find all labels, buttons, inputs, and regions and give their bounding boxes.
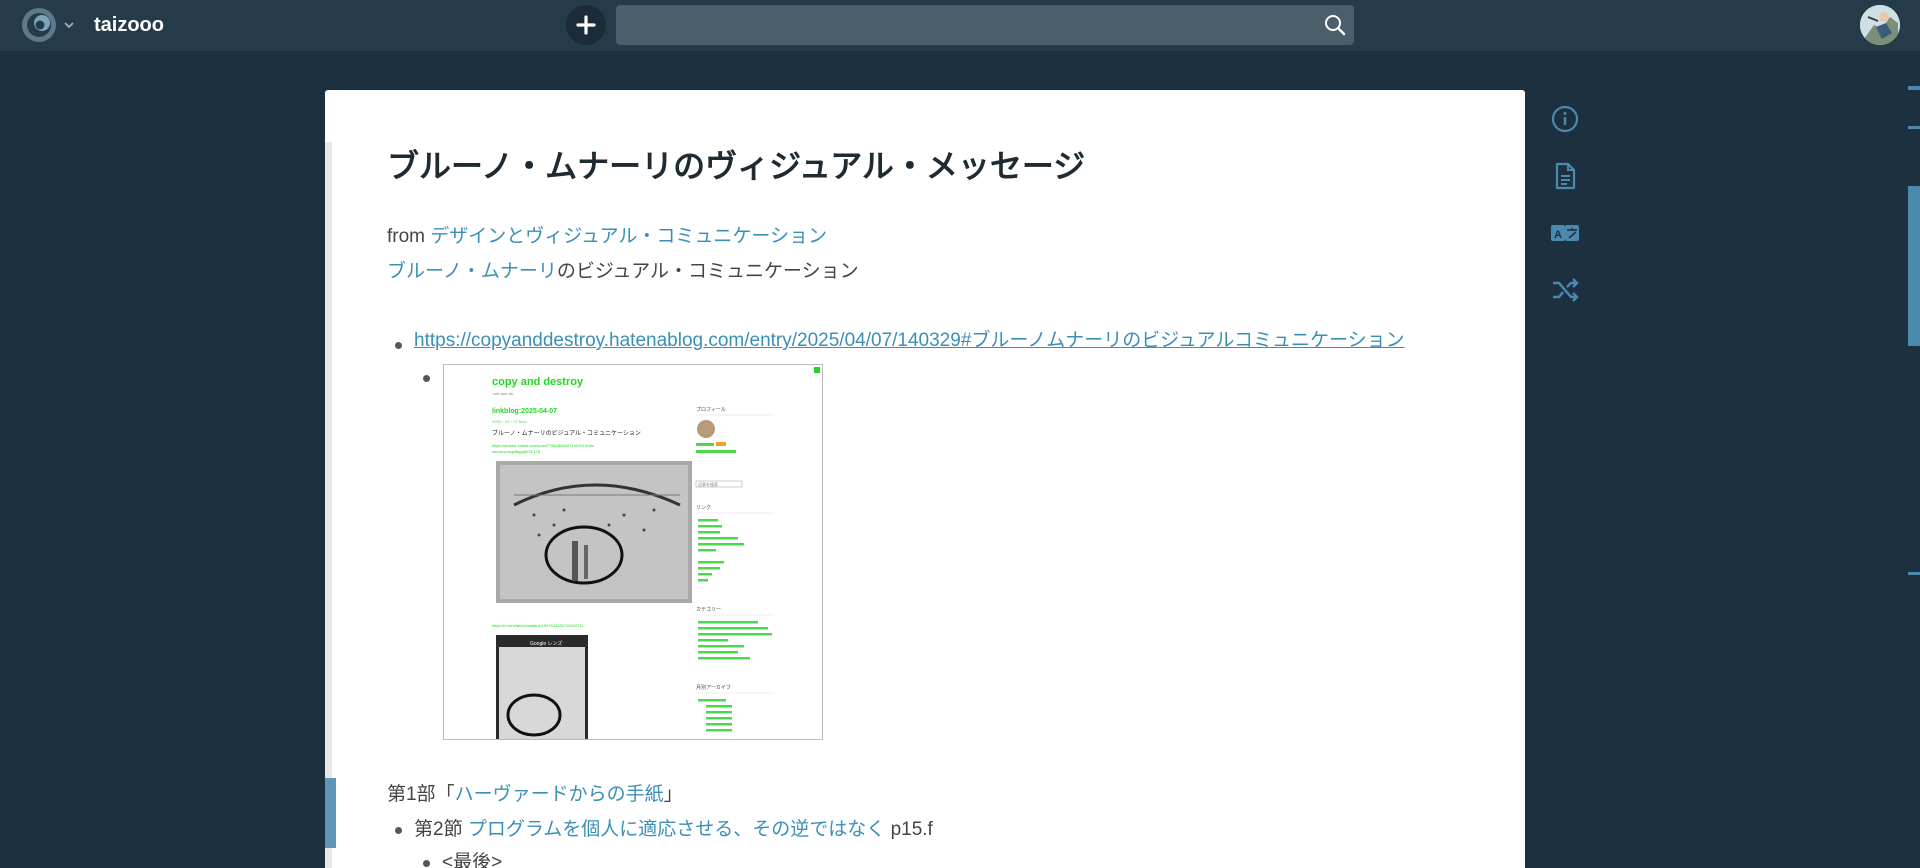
author-link[interactable]: ブルーノ・ムナーリ — [387, 261, 557, 282]
scroll-marker[interactable] — [1908, 126, 1920, 129]
thumb-side-archive: 月別アーカイブ — [696, 684, 731, 691]
search-input[interactable] — [616, 5, 1306, 45]
thumb-side-search: 記事を検索 — [698, 481, 718, 487]
section-prefix: 第2節 — [414, 819, 468, 840]
url-line[interactable]: https://copyanddestroy.hatenablog.com/en… — [414, 328, 1405, 354]
chevron-down-icon[interactable] — [62, 18, 76, 32]
translate-icon[interactable]: A — [1550, 218, 1580, 248]
thumb-link2: https://x.com/taizooo/status/19074334307… — [492, 623, 584, 628]
page-card: ブルーノ・ムナーリのヴィジュアル・メッセージ from デザインとヴィジュアル・… — [325, 90, 1525, 868]
author-line[interactable]: ブルーノ・ムナーリのビジュアル・コミュニケーション — [387, 259, 859, 285]
page-title[interactable]: ブルーノ・ムナーリのヴィジュアル・メッセージ — [387, 146, 1085, 186]
search-box — [616, 5, 1354, 45]
author-line-text: のビジュアル・コミュニケーション — [556, 261, 859, 282]
bullet-dot — [395, 827, 402, 834]
thumb-phone-title: Google レンズ — [530, 640, 562, 647]
bullet-dot — [423, 860, 430, 867]
new-page-button[interactable] — [566, 5, 606, 45]
page-icon[interactable] — [1550, 161, 1580, 191]
part-suffix: 」 — [663, 784, 683, 805]
top-bar: taizooo — [0, 0, 1920, 51]
search-icon[interactable] — [1324, 14, 1346, 36]
scroll-marker[interactable] — [1908, 86, 1920, 90]
shuffle-icon[interactable] — [1550, 275, 1580, 305]
project-name[interactable]: taizooo — [94, 13, 164, 37]
bullet-dot — [423, 375, 430, 382]
screenshot-image: copy and destroy -self and all- linkblog… — [444, 365, 822, 739]
thumb-post-title: linkblog:2025-04-07 — [492, 408, 557, 415]
part-line[interactable]: 第1部「ハーヴァードからの手紙」 — [387, 782, 683, 808]
svg-text:A: A — [1554, 229, 1562, 241]
thumb-side-profile: プロフィール — [696, 407, 726, 413]
thumb-blog-title: copy and destroy — [492, 376, 584, 388]
thumb-link1b: sauvies/negalliggaj078 178 — [492, 449, 541, 454]
thumb-post-heading: ブルーノ・ムナーリのビジュアル・コミュニケーション — [492, 429, 641, 437]
section-link[interactable]: プログラムを個人に適応させる、その逆ではなく — [468, 819, 885, 840]
scrapbox-logo-icon[interactable] — [20, 6, 58, 44]
scrollbar-thumb[interactable] — [1908, 186, 1920, 346]
from-line[interactable]: from デザインとヴィジュアル・コミュニケーション — [387, 224, 827, 250]
info-icon[interactable] — [1550, 104, 1580, 134]
part-link[interactable]: ハーヴァードからの手紙 — [455, 784, 664, 805]
thumb-side-category: カテゴリー — [696, 606, 721, 613]
section-line[interactable]: 第2節 プログラムを個人に適応させる、その逆ではなく p15.f — [414, 817, 933, 843]
embedded-screenshot[interactable]: copy and destroy -self and all- linkblog… — [443, 364, 823, 740]
thumb-link1: https://andree.tumblr.com/post/778628582… — [492, 443, 594, 448]
sub-item-line[interactable]: <最後> — [442, 850, 502, 868]
scroll-marker[interactable] — [1908, 572, 1920, 575]
from-link[interactable]: デザインとヴィジュアル・コミュニケーション — [430, 226, 827, 247]
thumb-blog-sub: -self and all- — [492, 391, 514, 396]
avatar-image — [1860, 5, 1900, 45]
section-suffix: p15.f — [885, 819, 933, 840]
thumb-side-links: リンク — [696, 505, 711, 511]
plus-icon — [576, 15, 596, 35]
sub-item-text: <最後> — [442, 852, 503, 868]
cursor-line-indicator — [325, 778, 336, 848]
line-gutter — [325, 142, 332, 868]
from-prefix: from — [387, 226, 431, 247]
part-prefix: 第1部「 — [387, 784, 455, 805]
thumb-post-meta: 2025・04・07 Mon — [492, 419, 527, 424]
bullet-dot — [395, 342, 402, 349]
external-url-link[interactable]: https://copyanddestroy.hatenablog.com/en… — [414, 330, 1405, 351]
user-avatar[interactable] — [1860, 5, 1900, 45]
